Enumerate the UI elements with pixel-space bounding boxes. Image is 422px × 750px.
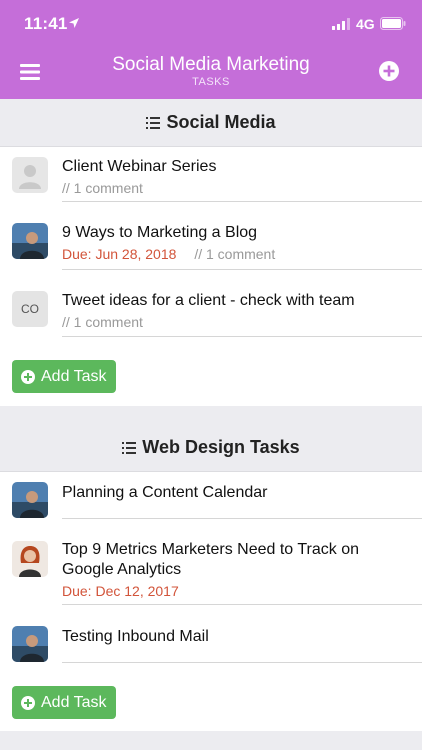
- divider: [62, 336, 422, 337]
- divider: [62, 662, 422, 663]
- task-title[interactable]: Tweet ideas for a client - check with te…: [62, 291, 402, 311]
- section-title: Web Design Tasks: [142, 437, 300, 457]
- due-date-meta: Due: Dec 12, 2017: [62, 582, 179, 600]
- task-item[interactable]: Client Webinar Series // 1 comment: [0, 147, 422, 203]
- page-title: Social Media Marketing: [112, 54, 310, 75]
- task-comments[interactable]: // 1 comment: [62, 313, 143, 331]
- add-task-label: Add Task: [41, 693, 107, 711]
- nav-title-block: Social Media Marketing TASKS: [60, 54, 362, 89]
- status-time: 11:41: [24, 14, 68, 33]
- task-title[interactable]: 9 Ways to Marketing a Blog: [62, 223, 402, 243]
- task-comments[interactable]: // 1 comment: [62, 179, 143, 197]
- page-subtitle: TASKS: [192, 76, 230, 88]
- due-date: Due: Jun 28, 2018: [62, 246, 177, 262]
- divider: [62, 269, 422, 270]
- divider: [62, 604, 422, 605]
- task-title[interactable]: Client Webinar Series: [62, 157, 402, 177]
- plus-circle-icon: [21, 695, 35, 710]
- initials-avatar: CO: [12, 291, 48, 327]
- meta-separator: [186, 246, 190, 262]
- task-list-web-design: Planning a Content Calendar Top 9 Metric…: [0, 472, 422, 731]
- task-title[interactable]: Planning a Content Calendar: [62, 483, 402, 503]
- divider: [62, 201, 422, 202]
- user-avatar: [12, 626, 48, 662]
- divider: [62, 518, 422, 519]
- task-item[interactable]: 9 Ways to Marketing a Blog Due: Jun 28, …: [0, 213, 422, 271]
- task-comments[interactable]: // 1 comment: [194, 246, 275, 262]
- task-title[interactable]: Top 9 Metrics Marketers Need to Track on…: [62, 540, 402, 580]
- add-task-label: Add Task: [41, 367, 107, 385]
- user-avatar: [12, 541, 48, 577]
- section-header-social-media: Social Media: [0, 99, 422, 147]
- placeholder-avatar-icon: [12, 157, 48, 193]
- user-avatar: [12, 223, 48, 259]
- network-type: 4G: [356, 16, 375, 32]
- task-item[interactable]: Planning a Content Calendar: [0, 472, 422, 520]
- app-header: 11:41 4G Social Media Marketing TASKS: [0, 0, 422, 99]
- user-avatar: [12, 482, 48, 518]
- add-circle-icon[interactable]: [379, 61, 399, 81]
- battery-icon: [380, 17, 406, 30]
- section-title: Social Media: [166, 112, 276, 132]
- status-bar: 11:41 4G: [0, 0, 422, 44]
- due-date: Due: Dec 12, 2017: [62, 583, 179, 599]
- task-item[interactable]: CO Tweet ideas for a client - check with…: [0, 281, 422, 339]
- hamburger-menu-icon[interactable]: [20, 64, 40, 80]
- task-list-social-media: Client Webinar Series // 1 comment 9 Way…: [0, 147, 422, 406]
- add-task-button[interactable]: Add Task: [12, 686, 116, 719]
- task-meta: Due: Jun 28, 2018 // 1 comment: [62, 245, 275, 263]
- location-arrow-icon: [69, 18, 79, 28]
- list-icon: [122, 441, 137, 454]
- task-title[interactable]: Testing Inbound Mail: [62, 627, 402, 647]
- add-task-button[interactable]: Add Task: [12, 360, 116, 393]
- list-icon: [146, 116, 161, 129]
- cellular-signal-icon: [332, 18, 350, 30]
- task-item[interactable]: Testing Inbound Mail: [0, 616, 422, 664]
- section-header-web-design: Web Design Tasks: [0, 424, 422, 472]
- task-item[interactable]: Top 9 Metrics Marketers Need to Track on…: [0, 528, 422, 608]
- plus-circle-icon: [21, 369, 35, 384]
